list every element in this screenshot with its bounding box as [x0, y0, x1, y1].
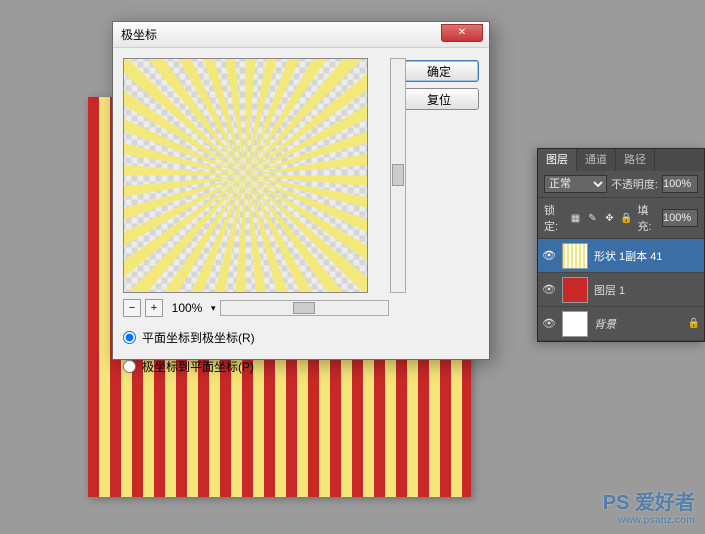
dialog-close-button[interactable]: ✕: [441, 24, 483, 42]
visibility-eye-icon[interactable]: 👁: [542, 317, 556, 331]
preview-vertical-scrollbar[interactable]: [390, 58, 406, 293]
polar-to-rect-radio[interactable]: [123, 360, 136, 373]
minus-icon: −: [129, 302, 135, 314]
tab-channels[interactable]: 通道: [577, 149, 616, 171]
lock-all-icon[interactable]: 🔒: [620, 211, 634, 225]
layer-list: 👁 形状 1副本 41 👁 图层 1 👁 背景 🔒: [538, 239, 704, 341]
layer-thumbnail[interactable]: [562, 311, 588, 337]
zoom-out-button[interactable]: −: [123, 299, 141, 317]
scrollbar-thumb[interactable]: [392, 164, 404, 186]
opacity-label: 不透明度:: [611, 176, 658, 192]
polar-coordinates-dialog: 极坐标 ✕ − + 100% ▾ 平面坐标到: [112, 21, 490, 360]
opacity-input[interactable]: [662, 175, 698, 193]
fill-input[interactable]: [662, 209, 698, 227]
visibility-eye-icon[interactable]: 👁: [542, 249, 556, 263]
zoom-in-button[interactable]: +: [145, 299, 163, 317]
lock-icon: 🔒: [688, 318, 700, 329]
layer-item[interactable]: 👁 形状 1副本 41: [538, 239, 704, 273]
tab-paths[interactable]: 路径: [616, 149, 655, 171]
filter-preview[interactable]: [123, 58, 368, 293]
zoom-value: 100%: [167, 301, 207, 315]
preview-horizontal-scrollbar[interactable]: [220, 300, 389, 316]
lock-transparency-icon[interactable]: ▦: [569, 211, 583, 225]
reset-button[interactable]: 复位: [399, 88, 479, 110]
lock-label: 锁定:: [544, 202, 565, 234]
layer-name: 形状 1副本 41: [594, 248, 700, 264]
watermark-main: PS 爱好者: [603, 492, 695, 514]
zoom-dropdown-icon[interactable]: ▾: [211, 303, 216, 314]
panel-tabs: 图层 通道 路径: [538, 149, 704, 171]
layers-panel: 图层 通道 路径 正常 不透明度: 锁定: ▦ ✎ ✥ 🔒 填充: 👁 形状 1…: [537, 148, 705, 342]
blend-mode-select[interactable]: 正常: [544, 175, 607, 193]
rect-to-polar-radio[interactable]: [123, 331, 136, 344]
tab-layers[interactable]: 图层: [538, 149, 577, 171]
scrollbar-thumb[interactable]: [293, 302, 315, 314]
layer-thumbnail[interactable]: [562, 277, 588, 303]
layer-name: 图层 1: [594, 282, 700, 298]
close-icon: ✕: [458, 20, 466, 46]
plus-icon: +: [151, 302, 157, 314]
lock-brush-icon[interactable]: ✎: [586, 211, 600, 225]
lock-move-icon[interactable]: ✥: [603, 211, 617, 225]
ok-button[interactable]: 确定: [399, 60, 479, 82]
watermark-sub: www.psahz.com: [603, 515, 695, 526]
visibility-eye-icon[interactable]: 👁: [542, 283, 556, 297]
rect-to-polar-label: 平面坐标到极坐标(R): [142, 329, 255, 346]
polar-to-rect-label: 极坐标到平面坐标(P): [142, 358, 254, 375]
watermark: PS 爱好者 www.psahz.com: [603, 486, 695, 526]
fill-label: 填充:: [638, 202, 659, 234]
dialog-title-text: 极坐标: [121, 28, 157, 42]
layer-item[interactable]: 👁 背景 🔒: [538, 307, 704, 341]
layer-thumbnail[interactable]: [562, 243, 588, 269]
layer-item[interactable]: 👁 图层 1: [538, 273, 704, 307]
dialog-titlebar[interactable]: 极坐标 ✕: [113, 22, 489, 48]
layer-name: 背景: [594, 316, 682, 332]
